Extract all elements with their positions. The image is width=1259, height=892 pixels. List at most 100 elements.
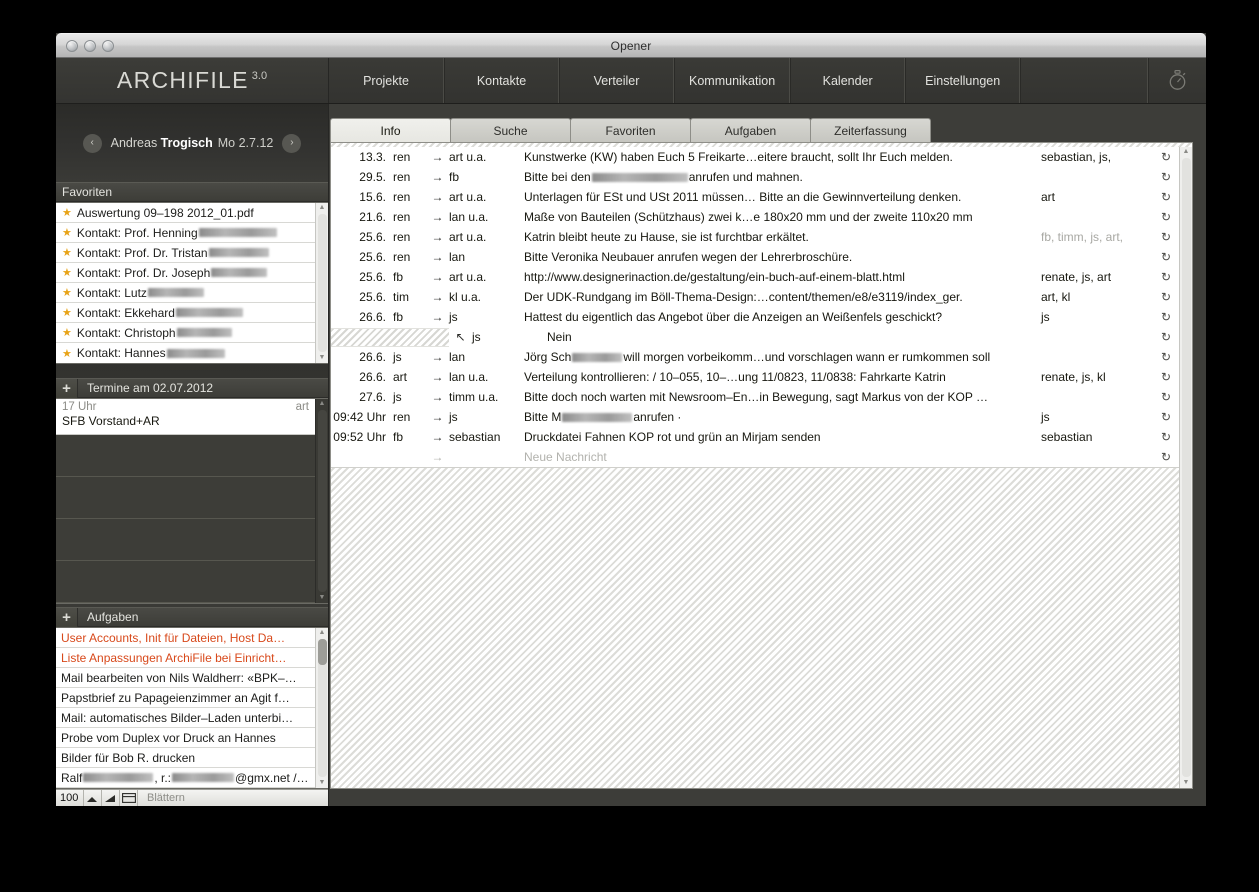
zoom-icon[interactable] (102, 40, 114, 52)
message-subject[interactable]: Bitte Veronika Neubauer anrufen wegen de… (524, 250, 1041, 264)
message-subject[interactable]: Maße von Bauteilen (Schützhaus) zwei k…e… (524, 210, 1041, 224)
task-item[interactable]: Bilder für Bob R. drucken (56, 748, 315, 768)
message-row[interactable]: 09:42 Uhrren→jsBitte Manrufen ·js↻ (331, 407, 1179, 427)
favorite-item[interactable]: ★Kontakt: Prof. Dr. Joseph (56, 263, 315, 283)
scroll-down-icon[interactable]: ▼ (319, 594, 326, 602)
content-tab-favoriten[interactable]: Favoriten (570, 118, 691, 142)
favorite-item[interactable]: ★Kontakt: Prof. Henning (56, 223, 315, 243)
tasks-scrollbar[interactable]: ▲ ▼ (315, 628, 328, 788)
message-subject[interactable]: Jörg Schwill morgen vorbeikomm…und vorsc… (524, 350, 1041, 364)
task-item[interactable]: Probe vom Duplex vor Druck an Hannes (56, 728, 315, 748)
message-subject[interactable]: Unterlagen für ESt und USt 2011 müssen… … (524, 190, 1041, 204)
reply-button-icon[interactable]: ↻ (1153, 450, 1179, 464)
task-item[interactable]: Ralf, r.:@gmx.net /… (56, 768, 315, 788)
scroll-down-icon[interactable]: ▼ (319, 354, 326, 362)
message-subject[interactable]: Katrin bleibt heute zu Hause, sie ist fu… (524, 230, 1041, 244)
reply-button-icon[interactable]: ↻ (1153, 230, 1179, 244)
appointment-empty-slot[interactable] (56, 477, 315, 519)
message-row[interactable]: 25.6.fb→art u.a.http://www.designerinact… (331, 267, 1179, 287)
minimize-icon[interactable] (84, 40, 96, 52)
message-row[interactable]: 13.3.ren→art u.a.Kunstwerke (KW) haben E… (331, 147, 1179, 167)
reply-button-icon[interactable]: ↻ (1153, 210, 1179, 224)
reply-button-icon[interactable]: ↻ (1153, 270, 1179, 284)
nav-item-kommunikation[interactable]: Kommunikation (674, 58, 790, 103)
scroll-up-icon[interactable]: ▲ (319, 204, 326, 212)
message-row[interactable]: 26.6.fb→jsHattest du eigentlich das Ange… (331, 307, 1179, 327)
favorite-item[interactable]: ★Kontakt: Ekkehard (56, 303, 315, 323)
message-scrollbar[interactable]: ▲ ▼ (1179, 147, 1192, 788)
appointment-empty-slot[interactable] (56, 519, 315, 561)
reply-button-icon[interactable]: ↻ (1153, 410, 1179, 424)
nav-item-projekte[interactable]: Projekte (329, 58, 444, 103)
message-row[interactable]: ↖jsNein↻ (331, 327, 1179, 347)
stopwatch-icon[interactable] (1148, 58, 1206, 103)
scroll-up-icon[interactable]: ▲ (319, 400, 326, 408)
scroll-up-icon[interactable]: ▲ (319, 629, 326, 637)
task-item[interactable]: Mail: automatisches Bilder–Laden unterbi… (56, 708, 315, 728)
message-subject[interactable]: Neue Nachricht (524, 450, 1041, 464)
reply-button-icon[interactable]: ↻ (1153, 150, 1179, 164)
nav-item-verteiler[interactable]: Verteiler (559, 58, 674, 103)
content-tab-info[interactable]: Info (330, 118, 451, 142)
scroll-track[interactable] (318, 410, 327, 592)
task-item[interactable]: Liste Anpassungen ArchiFile bei Einricht… (56, 648, 315, 668)
reply-button-icon[interactable]: ↻ (1153, 430, 1179, 444)
appointments-scrollbar[interactable]: ▲ ▼ (315, 399, 328, 603)
scroll-up-icon[interactable]: ▲ (1183, 148, 1190, 156)
reply-button-icon[interactable]: ↻ (1153, 190, 1179, 204)
favorites-scrollbar[interactable]: ▲ ▼ (315, 203, 328, 363)
reply-button-icon[interactable]: ↻ (1153, 350, 1179, 364)
task-item[interactable]: Papstbrief zu Papageienzimmer an Agit f… (56, 688, 315, 708)
nav-item-kontakte[interactable]: Kontakte (444, 58, 559, 103)
message-row[interactable]: 25.6.ren→lanBitte Veronika Neubauer anru… (331, 247, 1179, 267)
nav-item-einstellungen[interactable]: Einstellungen (905, 58, 1020, 103)
scroll-track[interactable] (1182, 158, 1191, 777)
appointment-empty-slot[interactable] (56, 561, 315, 603)
message-row[interactable]: 09:52 Uhrfb→sebastianDruckdatei Fahnen K… (331, 427, 1179, 447)
favorite-item[interactable]: ★Kontakt: Christoph (56, 323, 315, 343)
task-item[interactable]: Mail bearbeiten von Nils Waldherr: «BPK–… (56, 668, 315, 688)
content-tab-aufgaben[interactable]: Aufgaben (690, 118, 811, 142)
zoom-level-value[interactable]: 100 (56, 790, 84, 806)
task-item[interactable]: User Accounts, Init für Dateien, Host Da… (56, 628, 315, 648)
message-row[interactable]: 25.6.tim→kl u.a.Der UDK-Rundgang im Böll… (331, 287, 1179, 307)
next-day-button[interactable]: › (282, 134, 301, 153)
content-tab-suche[interactable]: Suche (450, 118, 571, 142)
message-row[interactable]: 26.6.art→lan u.a.Verteilung kontrolliere… (331, 367, 1179, 387)
add-task-button[interactable]: + (56, 608, 78, 627)
reply-button-icon[interactable]: ↻ (1153, 390, 1179, 404)
scroll-thumb[interactable] (318, 639, 327, 665)
prev-day-button[interactable]: ‹ (83, 134, 102, 153)
reply-button-icon[interactable]: ↻ (1153, 330, 1179, 344)
message-row[interactable]: 27.6.js→timm u.a.Bitte doch noch warten … (331, 387, 1179, 407)
message-subject[interactable]: Bitte doch noch warten mit Newsroom–En…i… (524, 390, 1041, 404)
message-subject[interactable]: Hattest du eigentlich das Angebot über d… (524, 310, 1041, 324)
close-icon[interactable] (66, 40, 78, 52)
reply-button-icon[interactable]: ↻ (1153, 310, 1179, 324)
window-toggle-icon[interactable] (120, 790, 138, 806)
message-subject[interactable]: http://www.designerinaction.de/gestaltun… (524, 270, 1041, 284)
message-subject[interactable]: Druckdatei Fahnen KOP rot und grün an Mi… (524, 430, 1041, 444)
message-row[interactable]: →Neue Nachricht↻ (331, 447, 1179, 467)
scroll-track[interactable] (318, 639, 327, 777)
favorite-item[interactable]: ★Kontakt: Lutz (56, 283, 315, 303)
message-row[interactable]: 15.6.ren→art u.a.Unterlagen für ESt und … (331, 187, 1179, 207)
message-row[interactable]: 26.6.js→lanJörg Schwill morgen vorbeikom… (331, 347, 1179, 367)
add-appointment-button[interactable]: + (56, 379, 78, 398)
content-tab-zeiterfassung[interactable]: Zeiterfassung (810, 118, 931, 142)
scroll-track[interactable] (318, 214, 327, 352)
message-subject[interactable]: Bitte Manrufen · (524, 410, 1041, 424)
favorite-item[interactable]: ★Kontakt: Hannes (56, 343, 315, 363)
zoom-out-icon[interactable] (84, 790, 102, 806)
message-row[interactable]: 25.6.ren→art u.a.Katrin bleibt heute zu … (331, 227, 1179, 247)
message-subject[interactable]: Bitte bei denanrufen und mahnen. (524, 170, 1041, 184)
reply-button-icon[interactable]: ↻ (1153, 250, 1179, 264)
scroll-down-icon[interactable]: ▼ (1183, 779, 1190, 787)
message-subject[interactable]: Verteilung kontrollieren: / 10–055, 10–…… (524, 370, 1041, 384)
window-controls[interactable] (66, 40, 114, 52)
favorite-item[interactable]: ★Auswertung 09–198 2012_01.pdf (56, 203, 315, 223)
reply-button-icon[interactable]: ↻ (1153, 370, 1179, 384)
zoom-in-icon[interactable] (102, 790, 120, 806)
reply-button-icon[interactable]: ↻ (1153, 170, 1179, 184)
message-row[interactable]: 21.6.ren→lan u.a.Maße von Bauteilen (Sch… (331, 207, 1179, 227)
